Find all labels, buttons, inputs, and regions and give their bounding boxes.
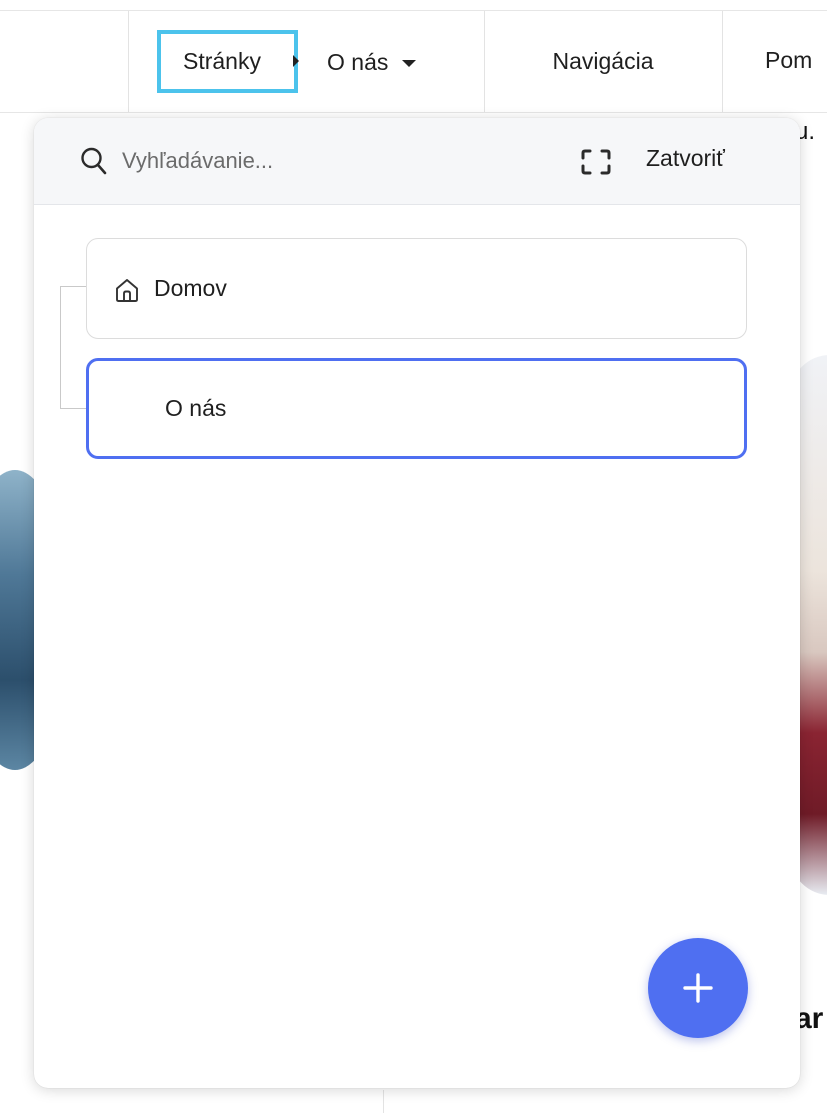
page-item-label: Domov [154, 275, 227, 301]
breadcrumb-arrow-icon [293, 55, 299, 67]
plus-icon [683, 973, 713, 1003]
page-item-o-nas[interactable]: O nás [86, 358, 747, 459]
background-divider [383, 1090, 384, 1113]
tree-connector [60, 286, 61, 408]
page-item-domov[interactable]: Domov [86, 238, 747, 339]
pages-panel: Zatvoriť Domov O nás [34, 118, 800, 1088]
page-item-label: O nás [165, 395, 227, 421]
tree-connector [60, 286, 86, 287]
close-button-label: Zatvoriť [646, 145, 725, 171]
caret-down-icon [402, 59, 417, 67]
add-page-button[interactable] [648, 938, 748, 1038]
search-icon [81, 147, 107, 175]
help-button[interactable]: Pom [765, 47, 812, 77]
page-editor: u. ar Stránky O nás Navigácia Pom Vyhľad… [0, 0, 827, 1113]
toolbar-divider [128, 11, 129, 112]
navigation-button[interactable]: Navigácia [484, 11, 722, 112]
tree-connector [60, 408, 86, 409]
toolbar-divider [722, 11, 723, 112]
editor-toolbar: Stránky O nás Navigácia Pom [0, 10, 827, 113]
close-button[interactable]: Zatvoriť [646, 145, 725, 172]
pages-button-label: Stránky [183, 48, 261, 74]
expand-icon[interactable] [580, 148, 612, 176]
current-page-dropdown[interactable]: O nás [327, 47, 417, 77]
home-icon [116, 279, 138, 302]
search-input[interactable] [122, 142, 422, 180]
panel-header: Zatvoriť [34, 118, 800, 205]
help-button-label: Pom [765, 47, 813, 73]
navigation-button-label: Navigácia [552, 48, 654, 74]
pages-button[interactable]: Stránky [157, 30, 298, 93]
current-page-label: O nás [327, 48, 389, 75]
